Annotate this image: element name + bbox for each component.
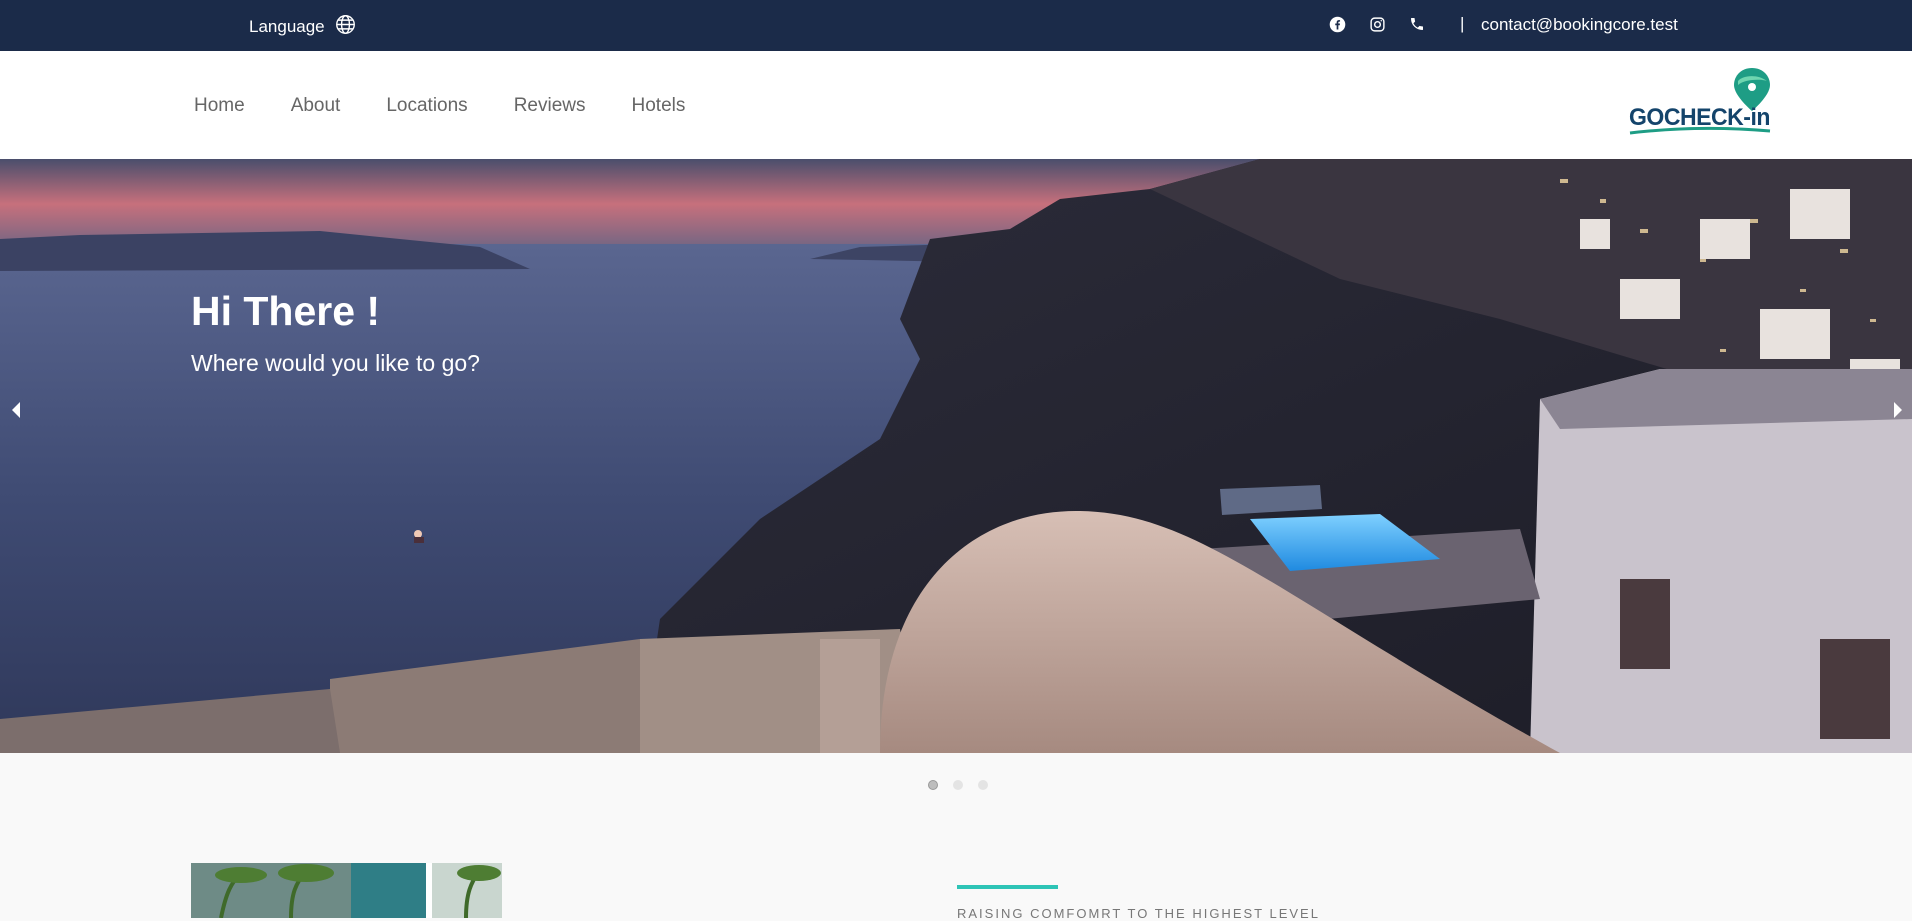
nav-item-about[interactable]: About [291,95,341,117]
chevron-right-icon [1894,402,1902,418]
chevron-left-icon [12,402,20,418]
site-logo[interactable]: GOCHECK-in [1628,67,1772,139]
accent-divider [957,885,1058,889]
nav-item-hotels[interactable]: Hotels [632,95,686,117]
nav-item-locations[interactable]: Locations [386,95,467,117]
globe-icon [335,14,356,40]
main-header: Home About Locations Reviews Hotels GOCH… [0,51,1912,159]
slider-dot-3[interactable] [978,780,988,790]
language-selector[interactable]: Language [249,14,356,40]
hero-background-image [0,159,1912,753]
facebook-icon[interactable] [1328,15,1346,33]
phone-icon[interactable] [1408,15,1426,33]
social-links [1328,15,1426,33]
top-bar: Language | contact@bookingcore.test [0,0,1912,51]
language-label: Language [249,17,325,36]
slider-next-button[interactable] [1886,395,1910,425]
slider-dots [928,780,988,790]
slider-dot-2[interactable] [953,780,963,790]
hero-slider: Hi There ! Where would you like to go? [0,159,1912,753]
contact-email-link[interactable]: contact@bookingcore.test [1481,15,1678,35]
instagram-icon[interactable] [1368,15,1386,33]
hero-title: Hi There ! [191,288,381,334]
slider-dot-1[interactable] [928,780,938,790]
section-tagline: RAISING COMFOMRT TO THE HIGHEST LEVEL [957,906,1320,921]
separator: | [1460,14,1465,33]
section-image [191,863,502,918]
hero-subtitle: Where would you like to go? [191,350,480,376]
slider-prev-button[interactable] [4,395,28,425]
main-nav: Home About Locations Reviews Hotels [194,95,685,117]
nav-item-home[interactable]: Home [194,95,245,117]
nav-item-reviews[interactable]: Reviews [514,95,586,117]
svg-text:GOCHECK-in: GOCHECK-in [1629,104,1770,131]
